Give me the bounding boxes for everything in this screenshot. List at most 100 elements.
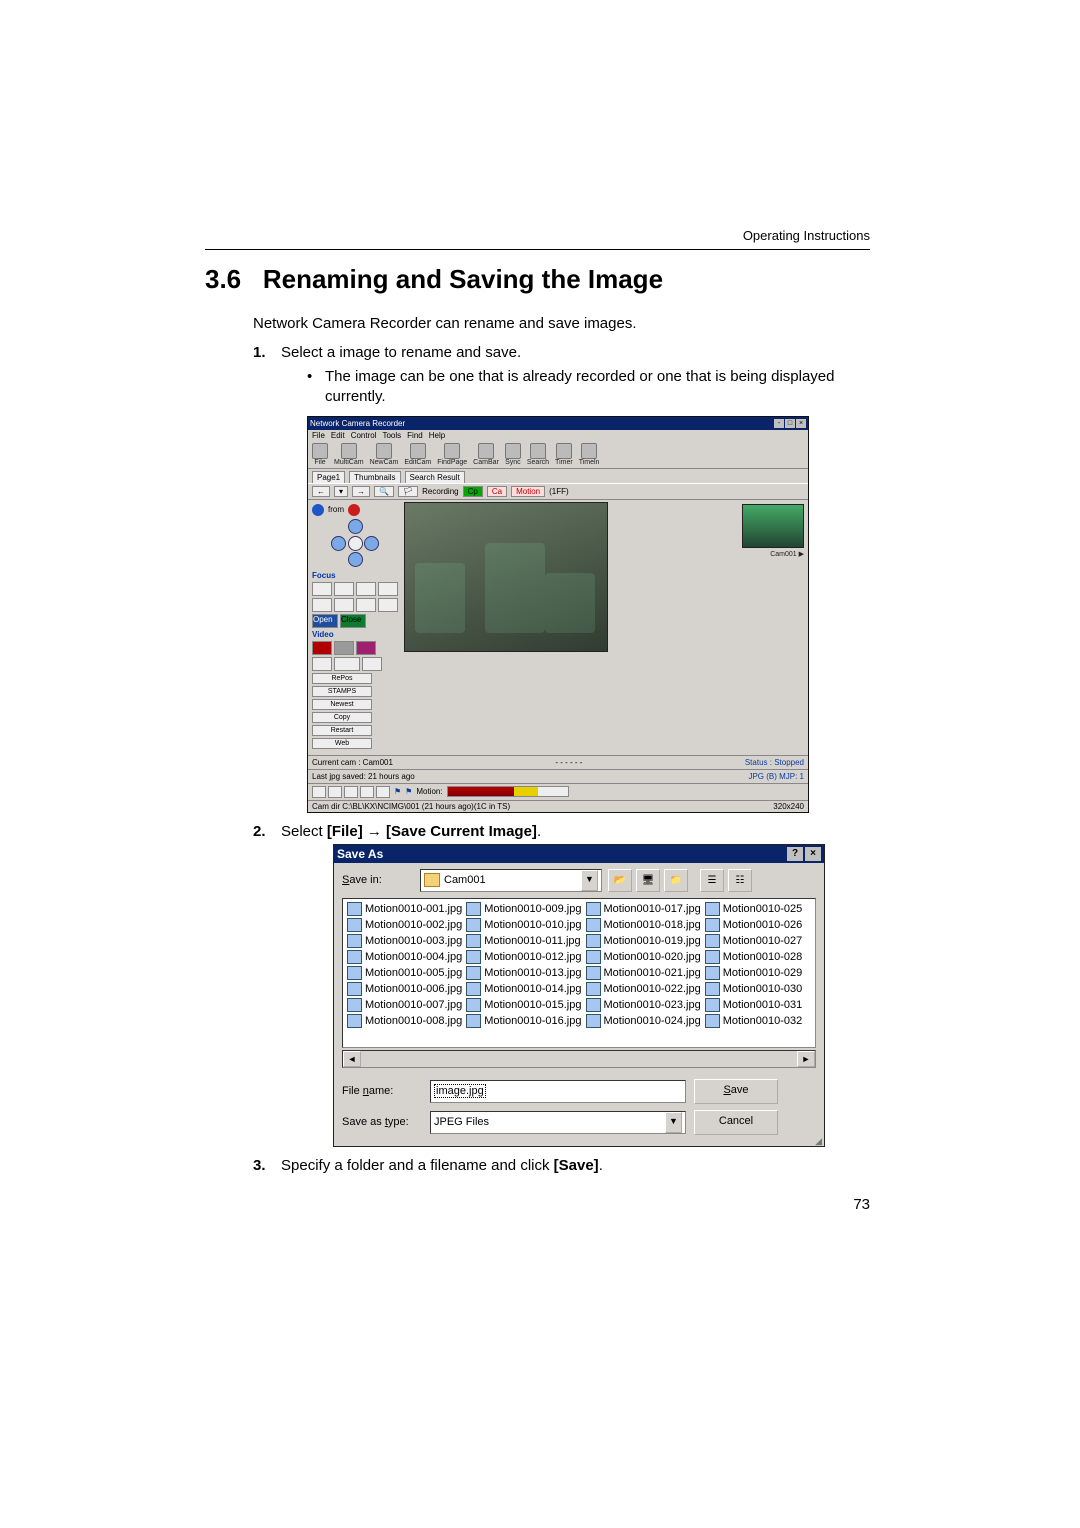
file-item[interactable]: Motion0010-013.jpg [464, 965, 583, 981]
file-item[interactable]: Motion0010-015.jpg [464, 997, 583, 1013]
ptz-center-icon[interactable] [348, 536, 363, 551]
flag-icon[interactable]: ⚑ [394, 787, 401, 796]
rewind-icon[interactable] [328, 786, 342, 798]
skip-fwd-icon[interactable] [376, 786, 390, 798]
flag2-icon[interactable]: ⚑ [405, 787, 412, 796]
nav-find[interactable]: 🔍 [374, 486, 394, 497]
focus-btn[interactable] [334, 582, 354, 596]
newest-btn[interactable]: Newest [312, 699, 372, 710]
zoom-btn[interactable] [378, 598, 398, 612]
stop-btn[interactable] [334, 641, 354, 655]
tool-findpage[interactable]: FindPage [437, 443, 467, 466]
web-btn[interactable]: Web [312, 738, 372, 749]
tab-thumbnails[interactable]: Thumbnails [349, 471, 400, 483]
record-btn[interactable] [312, 641, 332, 655]
stamps-btn[interactable]: STAMPS [312, 686, 372, 697]
rec-ca[interactable]: Ca [487, 486, 507, 497]
ptz-down-icon[interactable] [348, 552, 363, 567]
file-item[interactable]: Motion0010-009.jpg [464, 901, 583, 917]
focus-btn[interactable] [378, 582, 398, 596]
filetype-select[interactable]: JPEG Files ▼ [430, 1111, 686, 1134]
step-prev[interactable] [312, 657, 332, 671]
rec-cp[interactable]: Cp [463, 486, 483, 497]
tool-sync[interactable]: Sync [505, 443, 521, 466]
file-item[interactable]: Motion0010-017.jpg [584, 901, 703, 917]
file-item[interactable]: Motion0010-030 [703, 981, 805, 997]
focus-btn[interactable] [356, 582, 376, 596]
file-item[interactable]: Motion0010-004.jpg [345, 949, 464, 965]
app-menubar[interactable]: File Edit Control Tools Find Help [308, 430, 808, 441]
play-icon[interactable] [344, 786, 358, 798]
mic-icon[interactable] [348, 504, 360, 516]
file-item[interactable]: Motion0010-018.jpg [584, 917, 703, 933]
forward-icon[interactable] [360, 786, 374, 798]
up-folder-icon[interactable]: 📂 [608, 869, 632, 892]
file-item[interactable]: Motion0010-003.jpg [345, 933, 464, 949]
file-item[interactable]: Motion0010-010.jpg [464, 917, 583, 933]
tool-newcam[interactable]: NewCam [370, 443, 399, 466]
step-sel[interactable] [334, 657, 360, 671]
window-controls[interactable]: -□× [773, 418, 806, 428]
menu-control[interactable]: Control [351, 431, 377, 440]
menu-file[interactable]: File [312, 431, 325, 440]
resize-grip-icon[interactable]: ◢ [334, 1138, 824, 1146]
file-item[interactable]: Motion0010-016.jpg [464, 1013, 583, 1029]
file-item[interactable]: Motion0010-031 [703, 997, 805, 1013]
minimize-icon[interactable]: - [774, 419, 784, 428]
close-btn[interactable]: Close [340, 614, 366, 628]
open-btn[interactable]: Open [312, 614, 338, 628]
file-item[interactable]: Motion0010-014.jpg [464, 981, 583, 997]
zoom-btn[interactable] [334, 598, 354, 612]
details-view-icon[interactable]: ☷ [728, 869, 752, 892]
camera-preview[interactable] [404, 502, 608, 652]
motion-bar[interactable] [447, 786, 569, 797]
file-item[interactable]: Motion0010-020.jpg [584, 949, 703, 965]
file-item[interactable]: Motion0010-021.jpg [584, 965, 703, 981]
tool-multicam[interactable]: MultiCam [334, 443, 364, 466]
file-item[interactable]: Motion0010-024.jpg [584, 1013, 703, 1029]
file-list-scrollbar[interactable]: ◄ ► [342, 1050, 816, 1068]
ptz-right-icon[interactable] [364, 536, 379, 551]
file-item[interactable]: Motion0010-029 [703, 965, 805, 981]
close-icon[interactable]: × [796, 419, 806, 428]
skip-back-icon[interactable] [312, 786, 326, 798]
repos-btn[interactable]: RePos [312, 673, 372, 684]
menu-edit[interactable]: Edit [331, 431, 345, 440]
ptz-pad[interactable] [331, 519, 379, 567]
save-button[interactable]: Save [694, 1079, 778, 1104]
restart-btn[interactable]: Restart [312, 725, 372, 736]
file-item[interactable]: Motion0010-019.jpg [584, 933, 703, 949]
zoom-btn[interactable] [356, 598, 376, 612]
file-item[interactable]: Motion0010-032 [703, 1013, 805, 1029]
file-item[interactable]: Motion0010-006.jpg [345, 981, 464, 997]
file-item[interactable]: Motion0010-001.jpg [345, 901, 464, 917]
cancel-button[interactable]: Cancel [694, 1110, 778, 1135]
chevron-down-icon[interactable]: ▼ [665, 1112, 682, 1133]
tab-page1[interactable]: Page1 [312, 471, 345, 483]
tool-timeln[interactable]: Timeln [579, 443, 600, 466]
tab-search-result[interactable]: Search Result [405, 471, 465, 483]
file-item[interactable]: Motion0010-007.jpg [345, 997, 464, 1013]
tool-timer[interactable]: Timer [555, 443, 573, 466]
tool-search[interactable]: Search [527, 443, 549, 466]
nav-next[interactable]: → [352, 486, 370, 497]
tool-file[interactable]: File [312, 443, 328, 466]
tool-cambar[interactable]: CamBar [473, 443, 499, 466]
file-item[interactable]: Motion0010-026 [703, 917, 805, 933]
nav-size[interactable]: ▾ [334, 486, 348, 497]
file-item[interactable]: Motion0010-008.jpg [345, 1013, 464, 1029]
menu-help[interactable]: Help [429, 431, 445, 440]
nav-prev[interactable]: ← [312, 486, 330, 497]
file-list[interactable]: Motion0010-001.jpgMotion0010-002.jpgMoti… [342, 898, 816, 1048]
ptz-up-icon[interactable] [348, 519, 363, 534]
desktop-icon[interactable]: 🖥 [636, 869, 660, 892]
file-item[interactable]: Motion0010-012.jpg [464, 949, 583, 965]
step-next[interactable] [362, 657, 382, 671]
new-folder-icon[interactable]: 📁 [664, 869, 688, 892]
close-dialog-icon[interactable]: × [805, 847, 821, 861]
file-item[interactable]: Motion0010-002.jpg [345, 917, 464, 933]
file-item[interactable]: Motion0010-023.jpg [584, 997, 703, 1013]
scroll-right-icon[interactable]: ► [797, 1051, 815, 1067]
help-icon[interactable]: ? [787, 847, 803, 861]
filename-input[interactable]: image.jpg [430, 1080, 686, 1103]
